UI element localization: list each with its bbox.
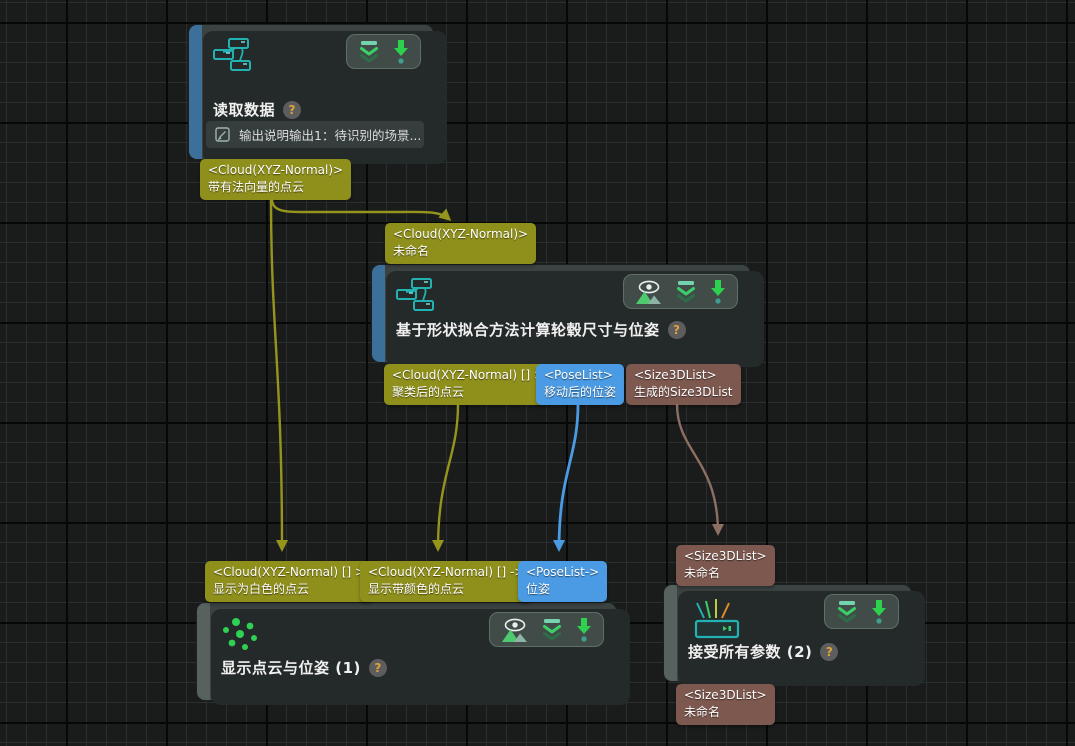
node-accent-stripe xyxy=(372,265,385,362)
port-name: 未命名 xyxy=(684,565,767,582)
visualize-icon[interactable] xyxy=(635,279,662,305)
port-type: <PoseList> xyxy=(544,367,616,384)
node-title: 读取数据 xyxy=(213,99,275,120)
expand-icon[interactable] xyxy=(836,600,858,624)
output-description[interactable]: 输出说明输出1：待识别的场景... xyxy=(206,121,424,148)
help-badge[interactable]: ? xyxy=(820,643,838,661)
node-title: 接受所有参数 (2) xyxy=(688,641,812,662)
port-name: 带有法向量的点云 xyxy=(208,179,343,196)
edit-icon xyxy=(215,127,230,142)
edge-cloud-to-white xyxy=(271,199,282,549)
port-name: 显示带颜色的点云 xyxy=(368,581,524,598)
node-accent-stripe xyxy=(197,603,210,700)
node-accent-stripe xyxy=(189,25,202,159)
expand-icon[interactable] xyxy=(358,40,380,64)
node-title: 基于形状拟合方法计算轮毂尺寸与位姿 xyxy=(396,319,660,340)
camera-cluster-icon xyxy=(213,37,255,75)
point-cloud-icon xyxy=(221,615,261,657)
port-type: <PoseList-> xyxy=(526,564,599,581)
port-label[interactable]: <Cloud(XYZ-Normal) [] > 显示为白色的点云 xyxy=(205,561,373,602)
node-title: 显示点云与位姿 (1) xyxy=(221,657,361,678)
node-accept-params[interactable]: 接受所有参数 (2) ? xyxy=(663,584,912,682)
node-graph-canvas[interactable]: 读取数据 ? 输出说明输出1：待识别的场景... xyxy=(0,0,1075,746)
edge-clustered-to-color xyxy=(438,404,458,549)
camera-cluster-icon xyxy=(396,277,438,315)
port-type: <Size3DList> xyxy=(684,687,767,704)
port-name: 移动后的位姿 xyxy=(544,384,616,401)
port-name: 未命名 xyxy=(393,243,528,260)
edge-size3d-to-accept xyxy=(677,404,718,533)
port-type: <Size3DList> xyxy=(634,367,733,384)
port-name: 位姿 xyxy=(526,581,599,598)
node-shape-fit[interactable]: 基于形状拟合方法计算轮毂尺寸与位姿 ? xyxy=(371,264,751,363)
edge-poselist-to-pose xyxy=(559,404,578,549)
port-label[interactable]: <Cloud(XYZ-Normal) [] -> 显示带颜色的点云 xyxy=(360,561,532,602)
download-icon[interactable] xyxy=(710,279,726,305)
visualize-icon[interactable] xyxy=(501,617,528,643)
node-read-data[interactable]: 读取数据 ? 输出说明输出1：待识别的场景... xyxy=(188,24,434,160)
download-icon[interactable] xyxy=(871,599,887,625)
output-description-text: 输出说明输出1：待识别的场景... xyxy=(239,125,421,144)
download-icon[interactable] xyxy=(576,617,592,643)
help-badge[interactable]: ? xyxy=(369,659,387,677)
port-type: <Cloud(XYZ-Normal) [] > xyxy=(392,367,544,384)
port-type: <Cloud(XYZ-Normal)> xyxy=(208,162,343,179)
expand-icon[interactable] xyxy=(675,280,697,304)
expand-icon[interactable] xyxy=(541,618,563,642)
port-label[interactable]: <Cloud(XYZ-Normal) [] > 聚类后的点云 xyxy=(384,364,552,405)
port-label[interactable]: <PoseList> 移动后的位姿 xyxy=(536,364,624,405)
port-label[interactable]: <Cloud(XYZ-Normal)> 未命名 xyxy=(385,223,536,264)
node-toolbar xyxy=(623,274,738,309)
node-accent-stripe xyxy=(664,585,677,681)
port-label[interactable]: <Size3DList> 未命名 xyxy=(676,545,775,586)
node-toolbar xyxy=(489,612,604,647)
node-toolbar xyxy=(824,594,899,629)
port-label[interactable]: <Cloud(XYZ-Normal)> 带有法向量的点云 xyxy=(200,159,351,200)
port-name: 显示为白色的点云 xyxy=(213,581,365,598)
port-label[interactable]: <PoseList-> 位姿 xyxy=(518,561,607,602)
port-name: 未命名 xyxy=(684,704,767,721)
port-name: 聚类后的点云 xyxy=(392,384,544,401)
receiver-icon xyxy=(694,597,740,643)
node-show-cloud-pose[interactable]: 显示点云与位姿 (1) ? xyxy=(196,602,617,701)
port-type: <Size3DList> xyxy=(684,548,767,565)
download-icon[interactable] xyxy=(393,39,409,65)
port-type: <Cloud(XYZ-Normal)> xyxy=(393,226,528,243)
port-label[interactable]: <Size3DList> 生成的Size3DList xyxy=(626,364,741,405)
port-name: 生成的Size3DList xyxy=(634,384,733,401)
port-label[interactable]: <Size3DList> 未命名 xyxy=(676,684,775,725)
port-type: <Cloud(XYZ-Normal) [] > xyxy=(213,564,365,581)
help-badge[interactable]: ? xyxy=(283,101,301,119)
node-toolbar xyxy=(346,34,421,69)
edge-cloud-to-fit xyxy=(272,199,449,219)
help-badge[interactable]: ? xyxy=(668,321,686,339)
port-type: <Cloud(XYZ-Normal) [] -> xyxy=(368,564,524,581)
